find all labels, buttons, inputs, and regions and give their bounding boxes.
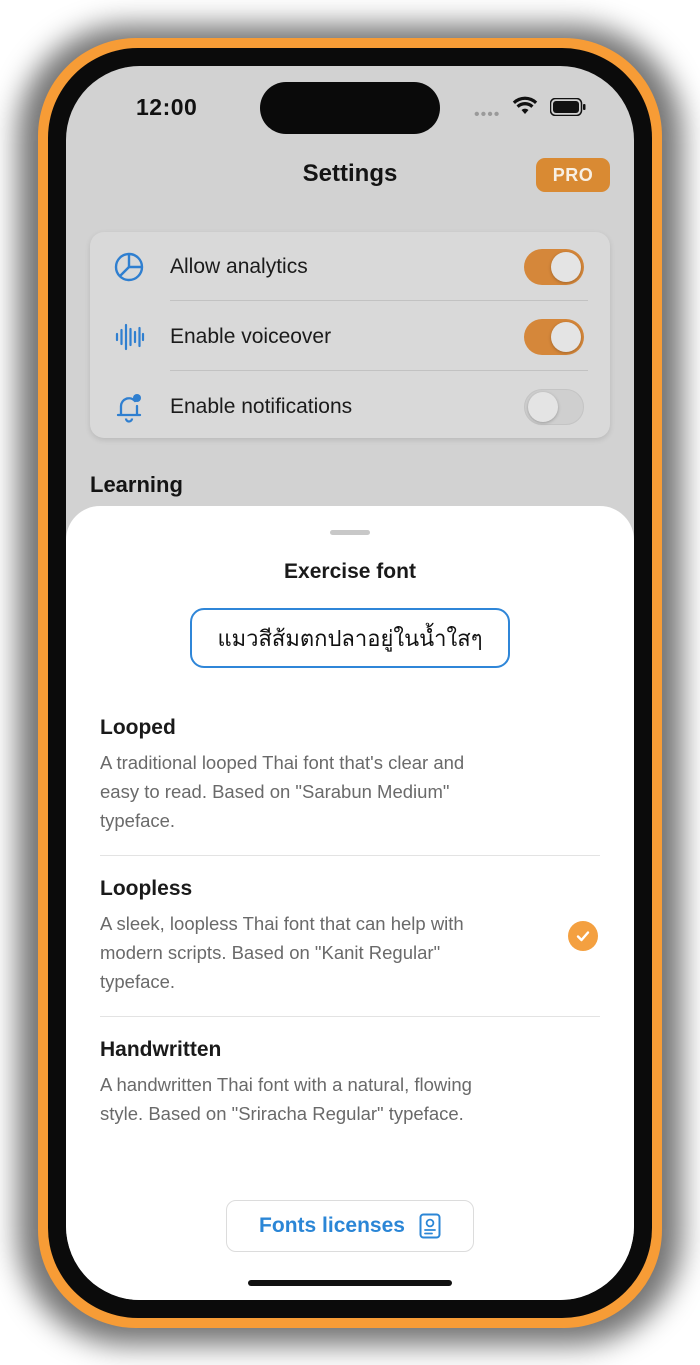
setting-label-notifications: Enable notifications bbox=[170, 395, 353, 418]
setting-row-voiceover: Enable voiceover bbox=[90, 302, 610, 372]
battery-icon bbox=[550, 98, 586, 116]
setting-row-analytics: Allow analytics bbox=[90, 232, 610, 302]
divider bbox=[100, 1016, 600, 1017]
font-bottom-sheet: Exercise font แมวสีส้มตกปลาอยู่ในน้ำใสๆ … bbox=[66, 506, 634, 1300]
font-option-description: A handwritten Thai font with a natural, … bbox=[100, 1074, 472, 1124]
font-option-description: A traditional looped Thai font that's cl… bbox=[100, 752, 465, 831]
font-preview: แมวสีส้มตกปลาอยู่ในน้ำใสๆ bbox=[190, 608, 510, 668]
font-option-name: Looped bbox=[100, 716, 176, 739]
bell-icon bbox=[112, 390, 146, 424]
pie-chart-icon bbox=[112, 250, 146, 284]
analytics-toggle[interactable] bbox=[524, 249, 584, 285]
setting-label-voiceover: Enable voiceover bbox=[170, 325, 332, 348]
sheet-title: Exercise font bbox=[284, 560, 416, 583]
sound-wave-icon bbox=[112, 320, 146, 354]
setting-label-analytics: Allow analytics bbox=[170, 255, 308, 278]
font-option-looped[interactable]: Looped A traditional looped Thai font th… bbox=[100, 716, 600, 835]
toggle-knob bbox=[528, 392, 558, 422]
signal-icon: •••• bbox=[474, 106, 501, 123]
home-indicator[interactable] bbox=[248, 1280, 452, 1286]
divider bbox=[170, 370, 588, 371]
dynamic-island bbox=[260, 82, 440, 134]
divider bbox=[100, 855, 600, 856]
setting-row-notifications: Enable notifications bbox=[90, 372, 610, 442]
font-option-description: A sleek, loopless Thai font that can hel… bbox=[100, 913, 464, 992]
voiceover-toggle[interactable] bbox=[524, 319, 584, 355]
fonts-licenses-label: Fonts licenses bbox=[259, 1214, 405, 1237]
fonts-licenses-button[interactable]: Fonts licenses bbox=[226, 1200, 474, 1252]
font-option-handwritten[interactable]: Handwritten A handwritten Thai font with… bbox=[100, 1038, 600, 1128]
divider bbox=[170, 300, 588, 301]
wifi-icon bbox=[512, 96, 538, 114]
section-title-learning: Learning bbox=[90, 472, 183, 497]
font-option-name: Loopless bbox=[100, 877, 193, 900]
toggle-knob bbox=[551, 252, 581, 282]
settings-card: Allow analytics Enable voiceover Enable … bbox=[90, 232, 610, 438]
status-time: 12:00 bbox=[136, 94, 198, 120]
license-document-icon bbox=[419, 1213, 441, 1239]
checkmark-icon bbox=[568, 921, 598, 951]
screen: 12:00 •••• Settings PRO Allow analytics bbox=[66, 66, 634, 1300]
font-option-name: Handwritten bbox=[100, 1038, 222, 1061]
notifications-toggle[interactable] bbox=[524, 389, 584, 425]
sheet-grabber[interactable] bbox=[330, 530, 370, 535]
toggle-knob bbox=[551, 322, 581, 352]
font-option-loopless[interactable]: Loopless A sleek, loopless Thai font tha… bbox=[100, 877, 600, 996]
pro-badge[interactable]: PRO bbox=[536, 158, 610, 192]
